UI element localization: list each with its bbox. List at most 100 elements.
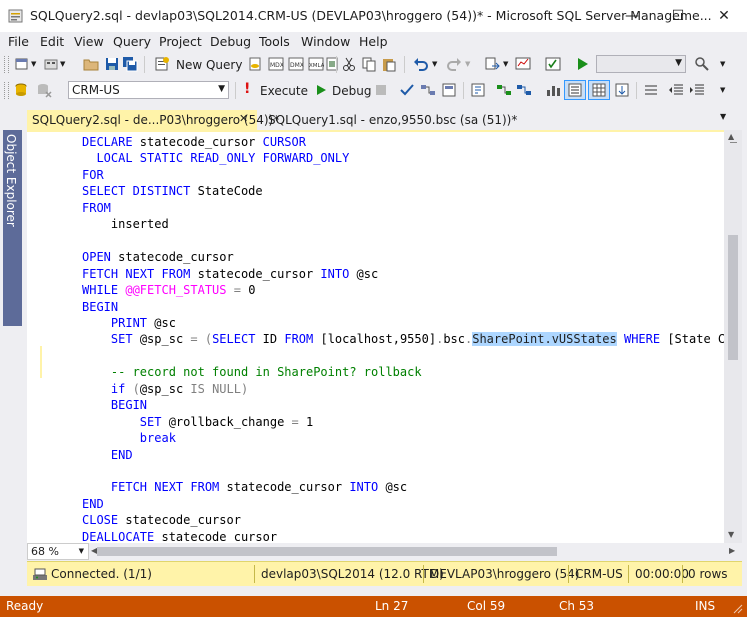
menu-bar: File Edit View Query Project Debug Tools…	[0, 32, 747, 52]
code-line[interactable]: -- record not found in SharePoint? rollb…	[82, 364, 422, 380]
navigate-backward-icon[interactable]	[484, 56, 500, 72]
dropdown-arrow-icon[interactable]: ▼	[31, 60, 36, 68]
tab-overflow-icon[interactable]: ▼	[720, 112, 726, 121]
tab-sqlquery2[interactable]: SQLQuery2.sql - de...P03\hroggero (54))*…	[27, 109, 279, 130]
toolbar-overflow-icon[interactable]: ▼	[720, 86, 725, 94]
menu-file[interactable]: File	[8, 34, 29, 49]
redo-icon[interactable]	[446, 56, 462, 72]
disconnect-icon[interactable]	[36, 82, 52, 98]
menu-debug[interactable]: Debug	[210, 34, 251, 49]
intellisense-icon[interactable]	[470, 82, 486, 98]
redo-dropdown-arrow-icon[interactable]: ▼	[465, 60, 470, 68]
code-line[interactable]: inserted	[82, 216, 169, 232]
minimize-button[interactable]: —	[609, 0, 655, 32]
code-line[interactable]: END	[82, 447, 133, 463]
zoom-dropdown[interactable]: 68 % ▼	[27, 543, 89, 560]
menu-view[interactable]: View	[74, 34, 104, 49]
menu-query[interactable]: Query	[113, 34, 151, 49]
code-line[interactable]: DECLARE statecode_cursor CURSOR	[82, 134, 306, 150]
code-line[interactable]: BEGIN	[82, 397, 147, 413]
analysis-xmla-query-icon[interactable]: XMLA	[308, 56, 324, 72]
code-line[interactable]: BEGIN	[82, 299, 118, 315]
change-connection-icon[interactable]	[14, 82, 30, 98]
splitter-icon[interactable]	[730, 142, 737, 143]
code-line[interactable]: PRINT @sc	[82, 315, 176, 331]
open-folder-icon[interactable]	[83, 56, 99, 72]
results-to-file-icon[interactable]	[614, 82, 630, 98]
code-line[interactable]: SET @rollback_change = 1	[82, 414, 313, 430]
resize-grip-icon[interactable]	[733, 604, 743, 614]
ssms-app-icon[interactable]	[8, 8, 24, 24]
cancel-query-icon[interactable]	[373, 82, 389, 98]
comment-lines-icon[interactable]	[643, 82, 659, 98]
save-icon[interactable]	[104, 56, 120, 72]
solution-config-dropdown[interactable]: ▼	[596, 55, 686, 73]
code-line[interactable]: SELECT DISTINCT StateCode	[82, 183, 263, 199]
code-line[interactable]: break	[82, 430, 176, 446]
results-to-grid-button[interactable]	[588, 80, 610, 100]
menu-tools[interactable]: Tools	[259, 34, 290, 49]
copy-icon[interactable]	[361, 56, 377, 72]
include-actual-plan-icon[interactable]	[496, 82, 512, 98]
save-all-icon[interactable]	[122, 56, 138, 72]
increase-indent-icon[interactable]	[689, 82, 705, 98]
code-line[interactable]: END	[82, 496, 104, 512]
analysis-dmx-query-icon[interactable]: DMX	[288, 56, 304, 72]
scroll-thumb[interactable]	[728, 235, 738, 360]
code-line[interactable]: FETCH NEXT FROM statecode_cursor INTO @s…	[82, 479, 407, 495]
find-in-files-icon[interactable]	[694, 56, 710, 72]
toolbar-grip[interactable]	[4, 82, 9, 99]
menu-window[interactable]: Window	[301, 34, 350, 49]
horizontal-scroll-thumb[interactable]	[97, 547, 557, 556]
paste-icon[interactable]	[381, 56, 397, 72]
code-line[interactable]: if (@sp_sc IS NULL)	[82, 381, 248, 397]
toolbar-overflow-icon[interactable]: ▼	[720, 60, 725, 68]
code-line[interactable]: FROM	[82, 200, 111, 216]
maximize-button[interactable]: ☐	[655, 0, 701, 32]
tab-sqlquery1[interactable]: SQLQuery1.sql - enzo,9550.bsc (sa (51))*	[263, 110, 517, 130]
scroll-up-icon[interactable]: ▲	[728, 132, 734, 141]
dropdown-arrow-icon[interactable]: ▼	[503, 60, 508, 68]
toolbar-grip[interactable]	[4, 56, 9, 73]
display-estimated-plan-icon[interactable]	[420, 82, 436, 98]
debug-button[interactable]: Debug	[313, 81, 371, 101]
start-debugging-icon[interactable]	[574, 56, 590, 72]
menu-project[interactable]: Project	[159, 34, 202, 49]
new-project-icon[interactable]	[14, 56, 30, 72]
query-designer-icon[interactable]	[441, 82, 457, 98]
parse-checkmark-icon[interactable]	[399, 82, 415, 98]
solution-explorer-icon[interactable]	[545, 56, 561, 72]
available-databases-dropdown[interactable]: CRM-US ▼	[68, 81, 229, 99]
vertical-scrollbar[interactable]: ▲ ▼	[724, 130, 742, 543]
code-line[interactable]: LOCAL STATIC READ_ONLY FORWARD_ONLY	[82, 150, 349, 166]
new-query-button[interactable]: New Query	[152, 55, 242, 75]
analysis-mdx-query-icon[interactable]: MDX	[268, 56, 284, 72]
menu-edit[interactable]: Edit	[40, 34, 64, 49]
results-to-text-button[interactable]	[564, 80, 586, 100]
code-line[interactable]: OPEN statecode_cursor	[82, 249, 234, 265]
close-button[interactable]: ✕	[701, 0, 747, 32]
live-query-statistics-icon[interactable]	[516, 82, 532, 98]
close-tab-icon[interactable]: ✕	[239, 109, 248, 129]
database-engine-query-icon[interactable]	[247, 56, 263, 72]
undo-icon[interactable]	[413, 56, 429, 72]
menu-help[interactable]: Help	[359, 34, 388, 49]
code-line[interactable]: CLOSE statecode_cursor	[82, 512, 241, 528]
activity-monitor-icon[interactable]	[515, 56, 531, 72]
code-line[interactable]: WHILE @@FETCH_STATUS = 0	[82, 282, 255, 298]
dropdown-arrow-icon[interactable]: ▼	[60, 60, 65, 68]
compact-query-icon[interactable]	[324, 56, 340, 72]
scroll-down-icon[interactable]: ▼	[728, 530, 734, 539]
code-line[interactable]: SET @sp_sc = (SELECT ID FROM [localhost,…	[82, 331, 724, 347]
scroll-right-icon[interactable]: ▶	[729, 546, 735, 555]
cut-icon[interactable]	[341, 56, 357, 72]
add-item-icon[interactable]	[43, 56, 59, 72]
client-statistics-icon[interactable]	[545, 82, 561, 98]
execute-button[interactable]: ! Execute	[242, 81, 308, 101]
undo-dropdown-arrow-icon[interactable]: ▼	[432, 60, 437, 68]
code-line[interactable]: FOR	[82, 167, 104, 183]
code-line[interactable]: FETCH NEXT FROM statecode_cursor INTO @s…	[82, 266, 378, 282]
object-explorer-tab[interactable]: Object Explorer	[3, 130, 22, 326]
decrease-indent-icon[interactable]	[668, 82, 684, 98]
query-editor[interactable]: DECLARE statecode_cursor CURSOR LOCAL ST…	[27, 130, 724, 545]
